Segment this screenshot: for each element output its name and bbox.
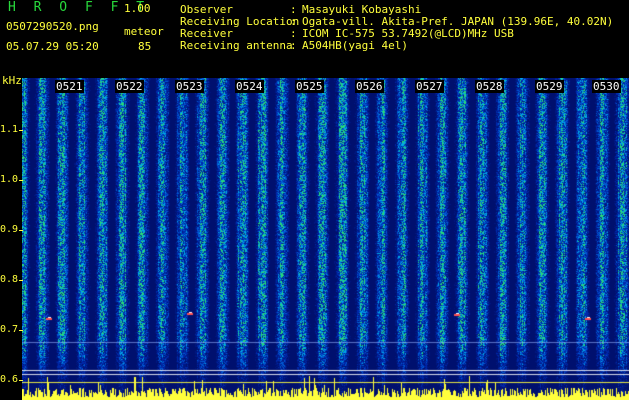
meteor-count: 85 [138, 40, 152, 53]
time-label: 0521 [55, 80, 84, 93]
y-tick-mark [19, 130, 23, 131]
y-tick-label: 1.1 [0, 124, 19, 135]
antenna-separator: : [290, 39, 297, 52]
y-tick-label: 0.6 [0, 374, 19, 385]
time-label: 0527 [415, 80, 444, 93]
time-label: 0522 [115, 80, 144, 93]
hrofft-window: H R O F F T 1.00 0507290520.png meteor 0… [0, 0, 629, 400]
y-tick-mark [19, 330, 23, 331]
antenna-label: Receiving antenna [180, 39, 293, 52]
file-name: 0507290520.png [6, 20, 99, 33]
time-label: 0530 [592, 80, 621, 93]
y-tick-mark [19, 280, 23, 281]
y-tick-mark [19, 180, 23, 181]
y-tick-label: 0.8 [0, 274, 19, 285]
time-label: 0523 [175, 80, 204, 93]
y-tick-mark [19, 380, 23, 381]
y-tick-label: 1.0 [0, 174, 19, 185]
app-version: 1.00 [124, 2, 151, 15]
antenna-value: A504HB(yagi 4el) [302, 39, 408, 52]
y-tick-label: 0.7 [0, 324, 19, 335]
spectrogram [22, 78, 629, 400]
mode-label: meteor [124, 25, 164, 38]
y-tick-label: 0.9 [0, 224, 19, 235]
time-label: 0528 [475, 80, 504, 93]
time-label: 0526 [355, 80, 384, 93]
time-label: 0524 [235, 80, 264, 93]
time-label: 0525 [295, 80, 324, 93]
frequency-unit: kHz [2, 74, 22, 87]
time-label: 0529 [535, 80, 564, 93]
date-time: 05.07.29 05:20 [6, 40, 99, 53]
y-tick-mark [19, 230, 23, 231]
